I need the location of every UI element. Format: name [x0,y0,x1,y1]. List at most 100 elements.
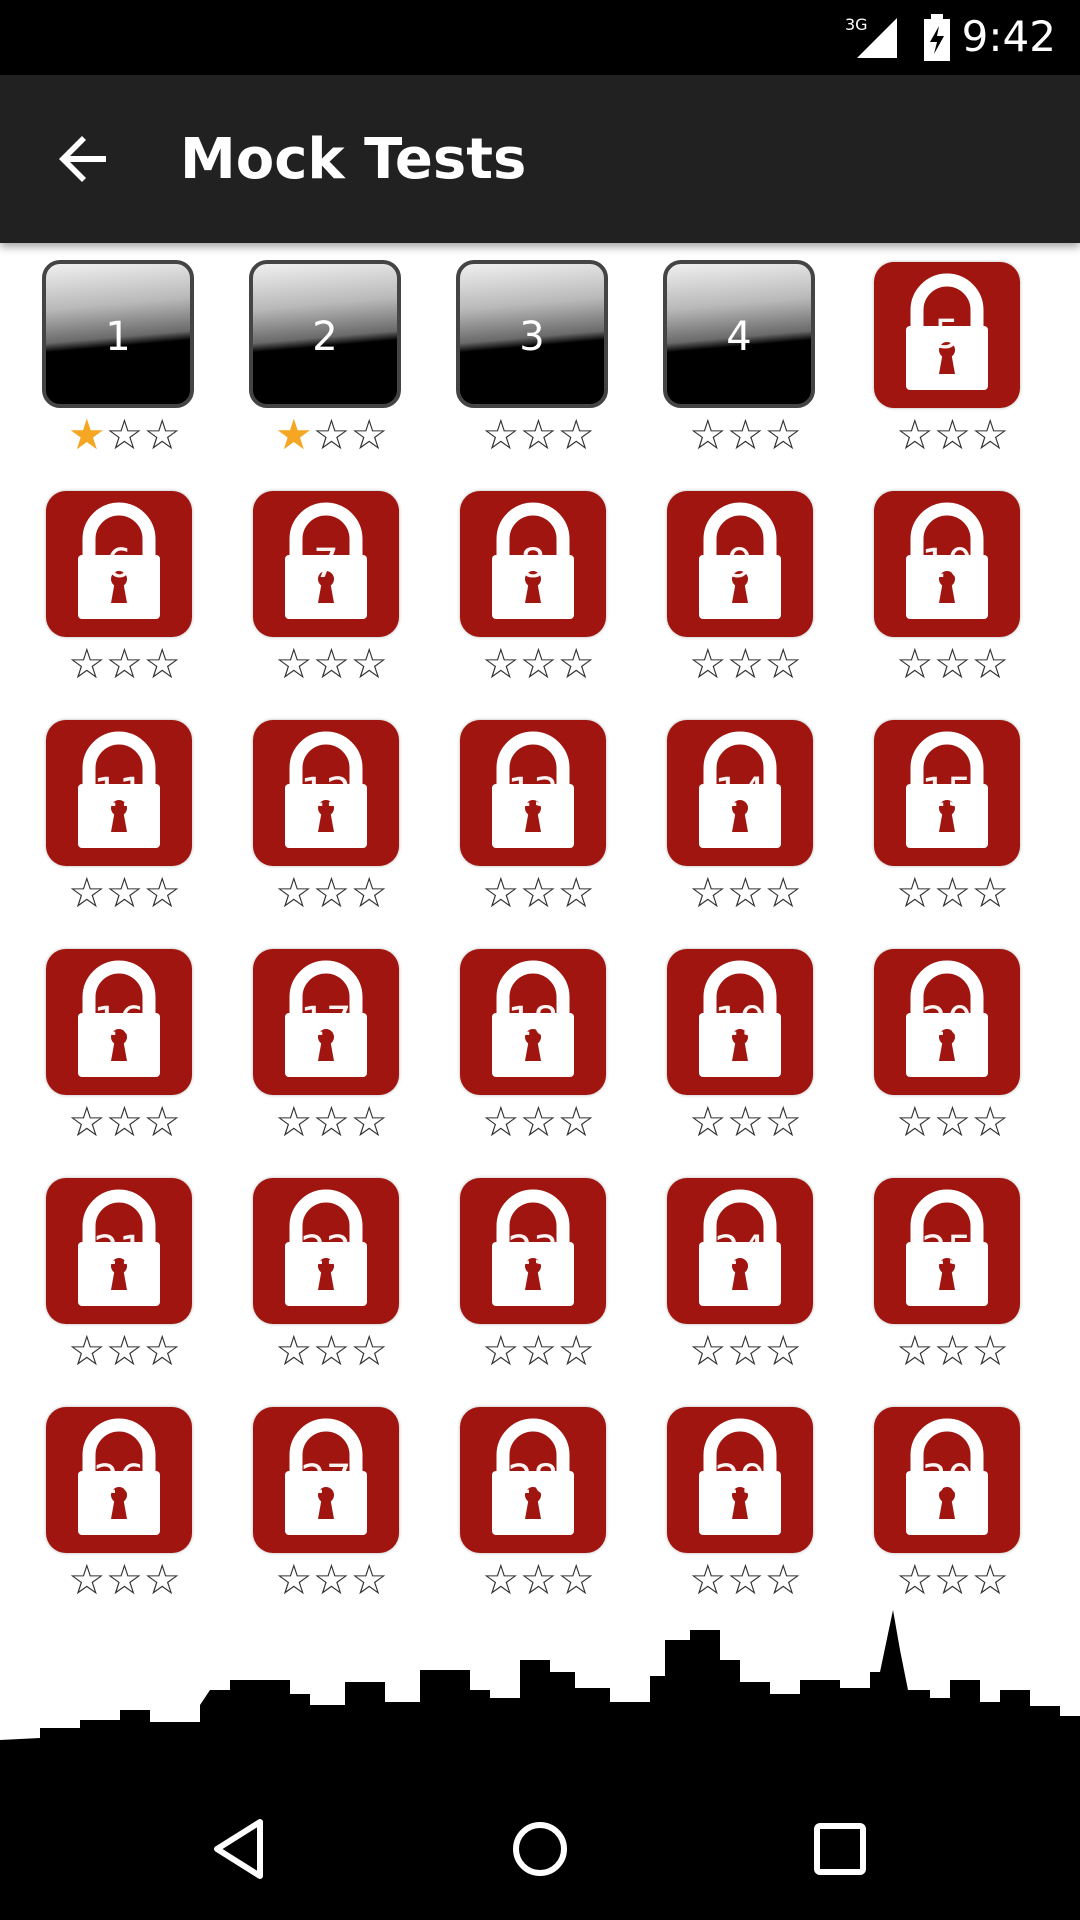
test-cell: 17 ☆☆☆ [228,945,435,1174]
star-rating: ☆☆☆ [228,1559,435,1601]
star-empty-icon: ☆ [764,410,802,459]
locked-test-button[interactable]: 15 [874,720,1020,866]
test-cell: 6 ☆☆☆ [21,487,228,716]
locked-test-button[interactable]: 11 [46,720,192,866]
test-number: 19 [714,999,766,1045]
locked-test-button[interactable]: 21 [46,1178,192,1324]
star-rating: ☆☆☆ [642,1559,849,1601]
test-button[interactable]: 3 [456,260,608,408]
mock-tests-grid: 1 ★☆☆ 2 ★☆☆ 3 ☆☆☆ 4 ☆☆☆ 5 ☆☆☆ 6 ☆☆☆ 7 ☆☆☆ 8 ☆☆☆ 9 ☆☆☆ 10 ☆☆… [0,258,1080,1632]
locked-test-button[interactable]: 28 [460,1407,606,1553]
star-empty-icon: ☆ [68,1097,106,1146]
star-empty-icon: ☆ [312,868,351,917]
test-cell: 20 ☆☆☆ [849,945,1056,1174]
test-number: 28 [507,1457,559,1503]
locked-test-button[interactable]: 6 [46,491,192,637]
test-number: 17 [300,999,352,1045]
locked-test-button[interactable]: 14 [667,720,813,866]
star-empty-icon: ☆ [896,868,934,917]
test-button[interactable]: 1 [42,260,194,408]
locked-test-button[interactable]: 18 [460,949,606,1095]
star-empty-icon: ☆ [68,1555,106,1604]
star-empty-icon: ☆ [482,868,520,917]
test-cell: 3 ☆☆☆ [435,258,642,487]
locked-test-button[interactable]: 12 [253,720,399,866]
test-cell: 30 ☆☆☆ [849,1403,1056,1632]
test-number: 30 [921,1457,973,1503]
star-empty-icon: ☆ [312,410,351,459]
locked-test-button[interactable]: 25 [874,1178,1020,1324]
locked-test-button[interactable]: 22 [253,1178,399,1324]
star-rating: ☆☆☆ [849,1101,1056,1143]
locked-test-button[interactable]: 5 [874,262,1020,408]
star-empty-icon: ☆ [275,1326,313,1375]
star-empty-icon: ☆ [143,410,181,459]
star-empty-icon: ☆ [689,868,727,917]
locked-test-button[interactable]: 26 [46,1407,192,1553]
locked-test-button[interactable]: 8 [460,491,606,637]
locked-test-button[interactable]: 20 [874,949,1020,1095]
star-empty-icon: ☆ [764,1326,802,1375]
star-rating: ☆☆☆ [21,1330,228,1372]
star-empty-icon: ☆ [557,639,595,688]
locked-test-button[interactable]: 9 [667,491,813,637]
locked-test-button[interactable]: 27 [253,1407,399,1553]
test-cell: 10 ☆☆☆ [849,487,1056,716]
star-empty-icon: ☆ [105,410,144,459]
locked-test-button[interactable]: 24 [667,1178,813,1324]
star-rating: ☆☆☆ [435,414,642,456]
back-triangle-icon[interactable] [205,1814,275,1884]
test-cell: 16 ☆☆☆ [21,945,228,1174]
home-circle-icon[interactable] [505,1814,575,1884]
test-cell: 11 ☆☆☆ [21,716,228,945]
locked-test-button[interactable]: 19 [667,949,813,1095]
test-button[interactable]: 2 [249,260,401,408]
star-rating: ☆☆☆ [642,1330,849,1372]
star-rating: ☆☆☆ [21,643,228,685]
test-number: 9 [727,541,753,587]
test-number: 24 [714,1228,766,1274]
star-empty-icon: ☆ [143,1326,181,1375]
test-number: 21 [93,1228,145,1274]
star-empty-icon: ☆ [68,1326,106,1375]
star-empty-icon: ☆ [519,639,558,688]
star-rating: ☆☆☆ [435,1330,642,1372]
star-empty-icon: ☆ [143,868,181,917]
arrow-left-icon[interactable] [56,131,112,187]
star-empty-icon: ☆ [726,1555,765,1604]
test-button[interactable]: 4 [663,260,815,408]
star-empty-icon: ☆ [689,1555,727,1604]
star-rating: ☆☆☆ [642,643,849,685]
system-nav-bar [0,1776,1080,1920]
locked-test-button[interactable]: 29 [667,1407,813,1553]
locked-test-button[interactable]: 7 [253,491,399,637]
test-cell: 13 ☆☆☆ [435,716,642,945]
recents-square-icon[interactable] [805,1814,875,1884]
star-empty-icon: ☆ [971,639,1009,688]
star-rating: ☆☆☆ [228,1101,435,1143]
test-cell: 7 ☆☆☆ [228,487,435,716]
star-empty-icon: ☆ [726,410,765,459]
test-number: 12 [300,770,352,816]
locked-test-button[interactable]: 23 [460,1178,606,1324]
star-empty-icon: ☆ [933,1326,972,1375]
star-rating: ☆☆☆ [849,414,1056,456]
star-empty-icon: ☆ [68,639,106,688]
locked-test-button[interactable]: 13 [460,720,606,866]
locked-test-button[interactable]: 10 [874,491,1020,637]
test-cell: 26 ☆☆☆ [21,1403,228,1632]
star-empty-icon: ☆ [933,639,972,688]
star-empty-icon: ☆ [350,410,388,459]
star-empty-icon: ☆ [143,1555,181,1604]
test-number: 5 [934,312,960,358]
star-empty-icon: ☆ [764,639,802,688]
star-rating: ☆☆☆ [849,872,1056,914]
locked-test-button[interactable]: 17 [253,949,399,1095]
star-rating: ★☆☆ [228,414,435,456]
locked-test-button[interactable]: 30 [874,1407,1020,1553]
signal-3g-icon: 3G [845,16,897,58]
star-empty-icon: ☆ [350,1555,388,1604]
star-rating: ☆☆☆ [642,414,849,456]
locked-test-button[interactable]: 16 [46,949,192,1095]
star-empty-icon: ☆ [68,868,106,917]
